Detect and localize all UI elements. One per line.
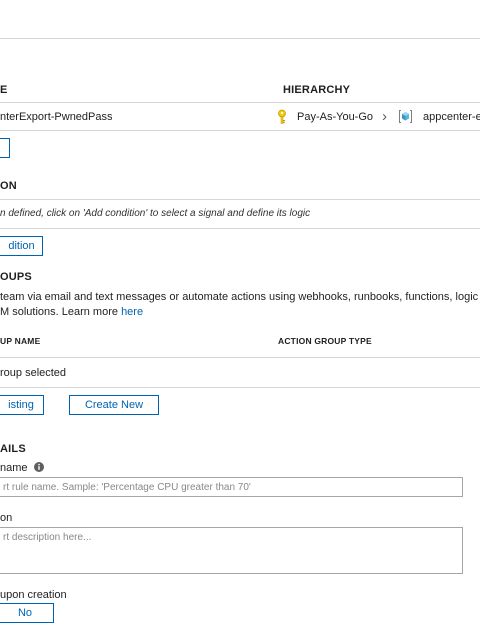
add-condition-label: dition	[8, 240, 35, 252]
rule-name-input[interactable]	[0, 477, 463, 497]
learn-more-link[interactable]: here	[121, 306, 143, 318]
resource-name: nterExport-PwnedPass	[0, 111, 113, 123]
column-header-action-group-name: UP NAME	[0, 336, 41, 346]
info-icon[interactable]	[33, 462, 44, 475]
add-condition-button[interactable]: dition	[0, 236, 43, 256]
condition-heading: ON	[0, 180, 17, 192]
create-new-button[interactable]: Create New	[69, 395, 159, 415]
condition-empty-text: n defined, click on 'Add condition' to s…	[0, 208, 311, 219]
select-existing-label: isting	[8, 399, 34, 411]
action-groups-row-divider	[0, 387, 480, 388]
description-input[interactable]	[0, 527, 463, 574]
top-divider	[0, 38, 480, 39]
subscription-link[interactable]: Pay-As-You-Go	[297, 111, 373, 123]
action-groups-empty-text: roup selected	[0, 367, 67, 379]
select-existing-button[interactable]: isting	[0, 395, 44, 415]
scope-row-divider	[0, 130, 480, 131]
scope-header-divider	[0, 102, 480, 103]
condition-row-divider	[0, 228, 480, 229]
resource-group-icon	[398, 109, 413, 124]
select-resource-button[interactable]	[0, 138, 10, 158]
description-label: on	[0, 512, 13, 524]
enable-rule-no-toggle[interactable]: No	[0, 603, 54, 623]
key-icon	[276, 109, 288, 125]
alert-details-heading: AILS	[0, 443, 26, 455]
column-header-resource: E	[0, 84, 8, 96]
resource-group-link[interactable]: appcenter-e	[423, 111, 480, 123]
column-header-hierarchy: HIERARCHY	[283, 84, 351, 96]
action-groups-header-divider	[0, 357, 480, 358]
action-groups-description-line2: M solutions. Learn more here	[0, 304, 143, 320]
condition-header-divider	[0, 199, 480, 200]
rule-name-label-text: name	[0, 462, 28, 474]
column-header-action-group-type: ACTION GROUP TYPE	[278, 336, 372, 346]
chevron-right-icon: ›	[382, 108, 387, 125]
action-groups-description-text: M solutions. Learn more	[0, 306, 122, 318]
rule-name-label: name	[0, 462, 44, 475]
enable-rule-label: upon creation	[0, 589, 67, 601]
action-groups-heading: OUPS	[0, 271, 32, 283]
action-groups-description-line1: team via email and text messages or auto…	[0, 291, 479, 303]
